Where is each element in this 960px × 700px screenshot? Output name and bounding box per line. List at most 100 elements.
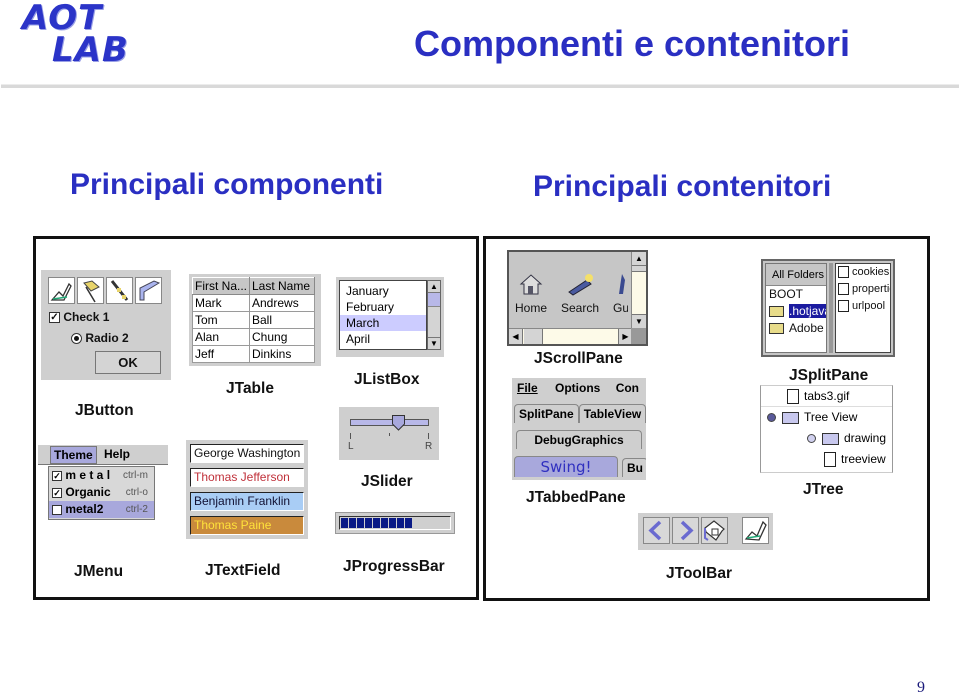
table-cell[interactable]: Alan: [192, 328, 250, 346]
draw-icon[interactable]: [742, 517, 769, 544]
table-cell[interactable]: Andrews: [249, 294, 315, 312]
text-field[interactable]: George Washington: [190, 444, 304, 463]
scroll-down-icon[interactable]: ▼: [632, 314, 646, 328]
tab-debuggraphics[interactable]: DebugGraphics: [516, 430, 642, 449]
scroll-right-icon[interactable]: ▶: [618, 329, 632, 344]
scroll-up-icon[interactable]: ▲: [428, 281, 440, 293]
home-item[interactable]: Home: [515, 272, 547, 315]
expanded-node-icon[interactable]: [767, 413, 776, 423]
tab-tableview[interactable]: TableView: [578, 404, 646, 423]
progress-track: [339, 516, 451, 530]
scroll-left-icon[interactable]: ◀: [509, 329, 523, 344]
tree-node-tabs3[interactable]: tabs3.gif: [761, 386, 892, 407]
list-scrollbar[interactable]: ▲ ▼: [427, 280, 441, 350]
menu-item-label: m e t a l: [65, 468, 111, 482]
tab-bu[interactable]: Bu: [622, 458, 646, 477]
menu-item-metal2[interactable]: metal2 ctrl-2: [49, 501, 154, 518]
vertical-scrollbar[interactable]: ▲ ▼: [631, 252, 646, 328]
draw-icon[interactable]: [48, 277, 75, 304]
scroll-down-icon[interactable]: ▼: [428, 337, 440, 349]
tree-node-drawing[interactable]: drawing: [761, 428, 892, 449]
menu-help[interactable]: Help: [104, 447, 130, 461]
containers-heading: Principali contenitori: [533, 170, 832, 203]
file-label: urlpool: [852, 300, 886, 312]
tree-node-tree-view[interactable]: Tree View: [761, 407, 892, 428]
jtoolbar-caption: JToolBar: [666, 565, 733, 582]
flag-icon[interactable]: [77, 277, 104, 304]
jmenu-caption: JMenu: [74, 563, 124, 580]
scroll-up-icon[interactable]: ▲: [632, 252, 646, 266]
table-cell[interactable]: Tom: [192, 311, 250, 329]
jlistbox-caption: JListBox: [354, 371, 420, 388]
checkbox-checked-icon: ✓: [52, 487, 62, 498]
slider-thumb[interactable]: [392, 415, 406, 431]
jtabbedpane-demo: File Options Con SplitPane TableView Debu…: [512, 378, 646, 480]
guide-item[interactable]: Gu: [613, 272, 628, 315]
table-cell[interactable]: Dinkins: [249, 345, 315, 363]
text-field[interactable]: Thomas Jefferson: [190, 468, 304, 487]
scroll-thumb[interactable]: [632, 266, 646, 272]
list-item[interactable]: January: [340, 283, 426, 299]
slider-track[interactable]: [350, 419, 429, 426]
list-item[interactable]: April: [340, 331, 426, 347]
tab-swing[interactable]: Swing!: [514, 456, 618, 477]
jsplitpane-demo: All Folders BOOT .hotjava Adobe cookies …: [761, 259, 895, 357]
tab-row-1: SplitPane TableView: [514, 404, 646, 423]
table-cell[interactable]: Mark: [192, 294, 250, 312]
file-label: propertie: [852, 283, 890, 295]
all-folders-header[interactable]: All Folders: [766, 264, 826, 286]
table-cell[interactable]: Ball: [249, 311, 315, 329]
menu-file[interactable]: File: [517, 381, 538, 395]
scroll-thumb[interactable]: [428, 293, 440, 307]
menu-options[interactable]: Options: [555, 381, 600, 395]
jslider-caption: JSlider: [361, 473, 413, 490]
menu-item-metal[interactable]: ✓ m e t a l ctrl-m: [49, 467, 154, 484]
home-icon: [519, 274, 543, 295]
check-1-checkbox[interactable]: ✓ Check 1: [49, 310, 109, 324]
table-row[interactable]: Tom Ball: [192, 311, 315, 329]
tree-item-hotjava[interactable]: .hotjava: [766, 303, 826, 320]
back-icon[interactable]: [643, 517, 670, 544]
tree-item-boot[interactable]: BOOT: [766, 286, 826, 303]
forward-icon[interactable]: [672, 517, 699, 544]
progress-segment: [381, 518, 388, 528]
tree-item-adobe[interactable]: Adobe: [766, 320, 826, 337]
file-item[interactable]: cookies: [836, 264, 890, 281]
table-cell[interactable]: Chung: [249, 328, 315, 346]
text-field[interactable]: Benjamin Franklin: [190, 492, 304, 511]
text-field[interactable]: Thomas Paine: [190, 516, 304, 535]
split-divider[interactable]: [829, 263, 833, 353]
scroll-thumb[interactable]: [524, 329, 543, 344]
menu-item-accelerator: ctrl-m: [123, 470, 148, 481]
jbutton-caption: JButton: [75, 402, 134, 419]
menu-con[interactable]: Con: [616, 381, 639, 395]
pencil-icon[interactable]: [106, 277, 133, 304]
table-row[interactable]: Mark Andrews: [192, 294, 315, 312]
file-item[interactable]: urlpool: [836, 298, 890, 315]
search-icon: [568, 274, 594, 296]
ok-button[interactable]: OK: [95, 351, 161, 374]
column-header-first-name[interactable]: First Na...: [192, 277, 250, 295]
file-item[interactable]: propertie: [836, 281, 890, 298]
search-item[interactable]: Search: [561, 272, 599, 315]
home-icon[interactable]: [701, 517, 728, 544]
list-item-selected[interactable]: March: [340, 315, 426, 331]
progress-segment: [373, 518, 380, 528]
tree-node-treeview[interactable]: treeview: [761, 449, 892, 470]
column-header-last-name[interactable]: Last Name: [249, 277, 315, 295]
table-cell[interactable]: Jeff: [192, 345, 250, 363]
menu-theme[interactable]: Theme: [50, 446, 97, 464]
jtree-demo: tabs3.gif Tree View drawing treeview: [760, 385, 893, 473]
list-item[interactable]: February: [340, 299, 426, 315]
collapsed-node-icon[interactable]: [807, 434, 816, 444]
menu-item-accelerator: ctrl-2: [125, 504, 148, 515]
frame-icon[interactable]: [135, 277, 162, 304]
slider-tick: [428, 433, 429, 439]
horizontal-scrollbar[interactable]: ◀ ▶: [509, 328, 632, 344]
tab-splitpane[interactable]: SplitPane: [514, 404, 579, 423]
icon-button-row: [48, 277, 164, 304]
radio-2-button[interactable]: Radio 2: [71, 331, 129, 345]
table-row[interactable]: Jeff Dinkins: [192, 345, 315, 363]
table-row[interactable]: Alan Chung: [192, 328, 315, 346]
menu-item-organic[interactable]: ✓ Organic ctrl-o: [49, 484, 154, 501]
